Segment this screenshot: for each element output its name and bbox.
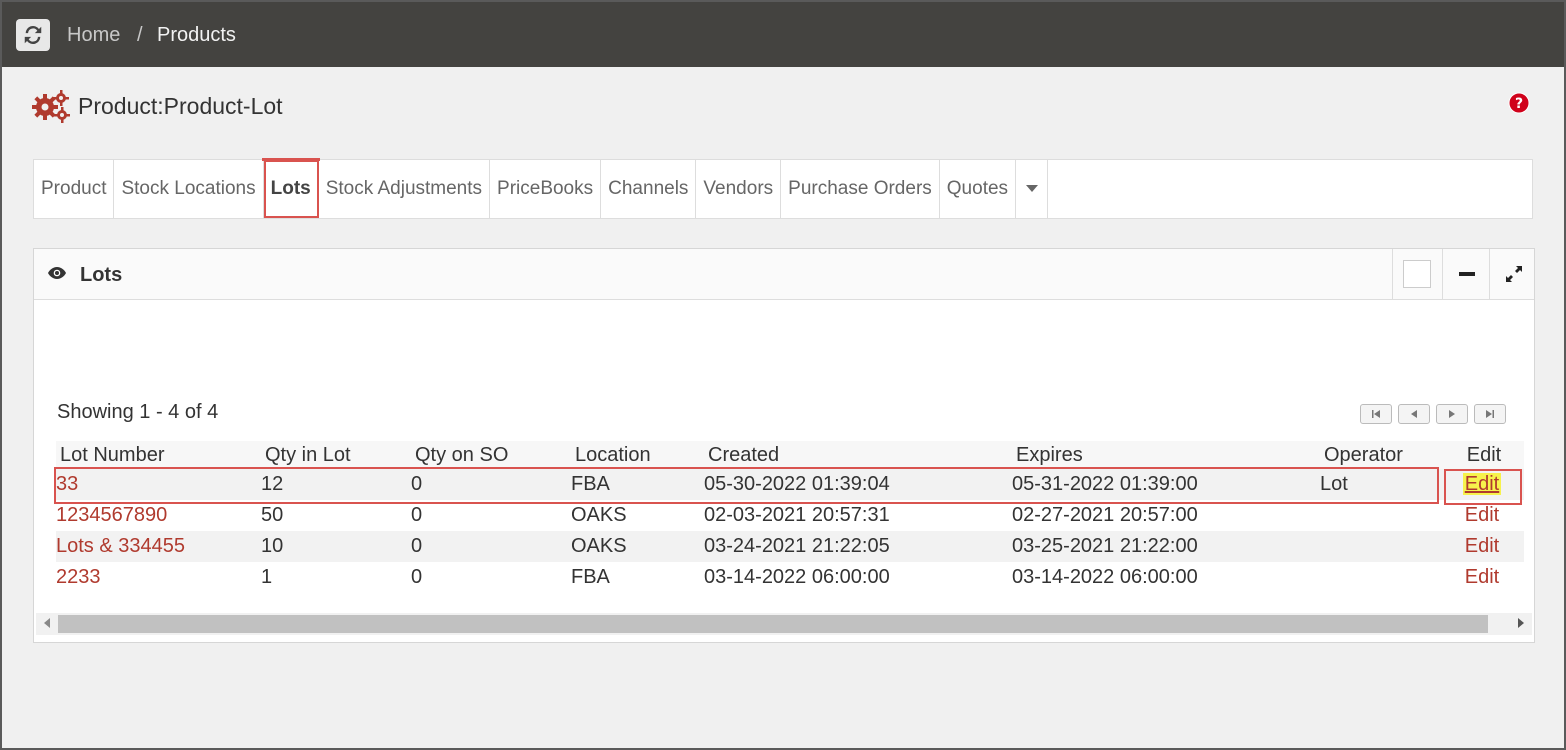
qty-on-so-cell: 0 [411, 504, 423, 526]
column-header-lot-number[interactable]: Lot Number [56, 441, 261, 469]
refresh-button[interactable] [16, 19, 50, 51]
breadcrumb-separator: / [137, 24, 143, 46]
svg-text:?: ? [1515, 96, 1523, 112]
pager-next-button[interactable] [1436, 404, 1468, 424]
expires-cell: 02-27-2021 20:57:00 [1012, 504, 1198, 526]
lot-number-link[interactable]: Lots & 334455 [56, 535, 185, 557]
panel-header: Lots [34, 249, 1534, 300]
operator-cell [1320, 500, 1440, 531]
scrollbar-thumb[interactable] [58, 615, 1488, 633]
lots-table: Lot Number Qty in Lot Qty on SO Location… [56, 441, 1524, 593]
column-header-expires[interactable]: Expires [1012, 441, 1320, 469]
top-bar: Home / Products [2, 2, 1564, 67]
table-row[interactable]: 33 12 0 FBA 05-30-2022 01:39:04 05-31-20… [56, 469, 1524, 500]
caret-down-icon [1025, 185, 1038, 192]
minus-icon [1459, 272, 1475, 276]
edit-link[interactable]: Edit [1465, 504, 1499, 526]
qty-in-lot-cell: 12 [261, 469, 411, 500]
lot-number-link[interactable]: 1234567890 [56, 504, 167, 526]
tab-stock-adjustments[interactable]: Stock Adjustments [319, 160, 491, 218]
breadcrumb-current[interactable]: Products [157, 24, 236, 47]
page-title: Product:Product-Lot [78, 92, 283, 119]
eye-icon [48, 267, 66, 279]
tab-quotes[interactable]: Quotes [940, 160, 1017, 218]
tab-bar: Product Stock Locations Lots Stock Adjus… [33, 158, 1533, 219]
table-row[interactable]: 1234567890 50 0 OAKS 02-03-2021 20:57:31… [56, 500, 1524, 531]
expires-cell: 05-31-2022 01:39:00 [1012, 469, 1320, 500]
last-page-icon [1486, 410, 1494, 418]
gears-icon [32, 90, 70, 123]
square-icon [1403, 260, 1431, 288]
column-header-created[interactable]: Created [704, 441, 1012, 469]
created-cell: 03-24-2021 21:22:05 [704, 531, 1012, 562]
pager-last-button[interactable] [1474, 404, 1506, 424]
expires-cell: 03-25-2021 21:22:00 [1012, 531, 1320, 562]
created-cell: 05-30-2022 01:39:04 [704, 469, 1012, 500]
table-header-row: Lot Number Qty in Lot Qty on SO Location… [56, 441, 1524, 469]
operator-cell [1320, 531, 1440, 562]
tab-stock-locations[interactable]: Stock Locations [114, 160, 264, 218]
refresh-icon [24, 25, 42, 45]
location-cell: OAKS [571, 504, 627, 526]
column-header-edit: Edit [1440, 441, 1524, 469]
scroll-right-icon[interactable] [1518, 618, 1524, 628]
table-row[interactable]: Lots & 334455 10 0 OAKS 03-24-2021 21:22… [56, 531, 1524, 562]
table-row[interactable]: 2233 1 0 FBA 03-14-2022 06:00:00 03-14-2… [56, 562, 1524, 593]
qty-in-lot-cell: 50 [261, 504, 284, 526]
expand-button[interactable] [1489, 249, 1538, 299]
qty-in-lot-cell: 10 [261, 531, 411, 562]
location-cell: FBA [571, 469, 704, 500]
location-cell: FBA [571, 566, 610, 588]
tab-purchase-orders[interactable]: Purchase Orders [781, 160, 940, 218]
tab-lots[interactable]: Lots [261, 158, 320, 218]
qty-on-so-cell: 0 [411, 469, 571, 500]
column-header-qty-on-so[interactable]: Qty on SO [411, 441, 571, 469]
tab-product[interactable]: Product [34, 160, 115, 218]
prev-page-icon [1411, 410, 1417, 418]
lot-number-link[interactable]: 33 [56, 473, 78, 495]
location-cell: OAKS [571, 531, 704, 562]
page-header: Product:Product-Lot [32, 88, 283, 124]
scroll-left-icon[interactable] [44, 618, 50, 628]
help-icon[interactable]: ? [1508, 92, 1530, 114]
created-cell: 03-14-2022 06:00:00 [704, 566, 890, 588]
panel-title: Lots [80, 264, 123, 286]
edit-link[interactable]: Edit [1465, 566, 1499, 588]
lot-number-link[interactable]: 2233 [56, 566, 101, 588]
breadcrumb-home[interactable]: Home [67, 24, 120, 47]
pager-first-button[interactable] [1360, 404, 1392, 424]
expires-cell: 03-14-2022 06:00:00 [1012, 566, 1198, 588]
first-page-icon [1372, 410, 1380, 418]
edit-link[interactable]: Edit [1462, 473, 1502, 495]
next-page-icon [1449, 410, 1455, 418]
lots-panel: Lots Showing 1 - 4 of 4 Lot Number Qty i… [33, 248, 1535, 643]
showing-count: Showing 1 - 4 of 4 [57, 401, 219, 423]
minimize-button[interactable] [1442, 249, 1491, 299]
column-header-operator[interactable]: Operator [1320, 441, 1440, 469]
edit-link[interactable]: Edit [1465, 535, 1499, 557]
tab-pricebooks[interactable]: PriceBooks [490, 160, 602, 218]
column-header-location[interactable]: Location [571, 441, 704, 469]
tab-more-dropdown[interactable] [1016, 160, 1049, 218]
qty-on-so-cell: 0 [411, 531, 571, 562]
qty-on-so-cell: 0 [411, 566, 423, 588]
qty-in-lot-cell: 1 [261, 566, 273, 588]
pager-prev-button[interactable] [1398, 404, 1430, 424]
panel-checkbox-button[interactable] [1392, 249, 1441, 299]
expand-icon [1506, 266, 1522, 282]
tab-channels[interactable]: Channels [601, 160, 697, 218]
created-cell: 02-03-2021 20:57:31 [704, 504, 890, 526]
tab-vendors[interactable]: Vendors [696, 160, 782, 218]
operator-cell [1320, 562, 1440, 593]
horizontal-scrollbar[interactable] [36, 613, 1532, 635]
column-header-qty-in-lot[interactable]: Qty in Lot [261, 441, 411, 469]
operator-cell: Lot [1320, 469, 1440, 500]
